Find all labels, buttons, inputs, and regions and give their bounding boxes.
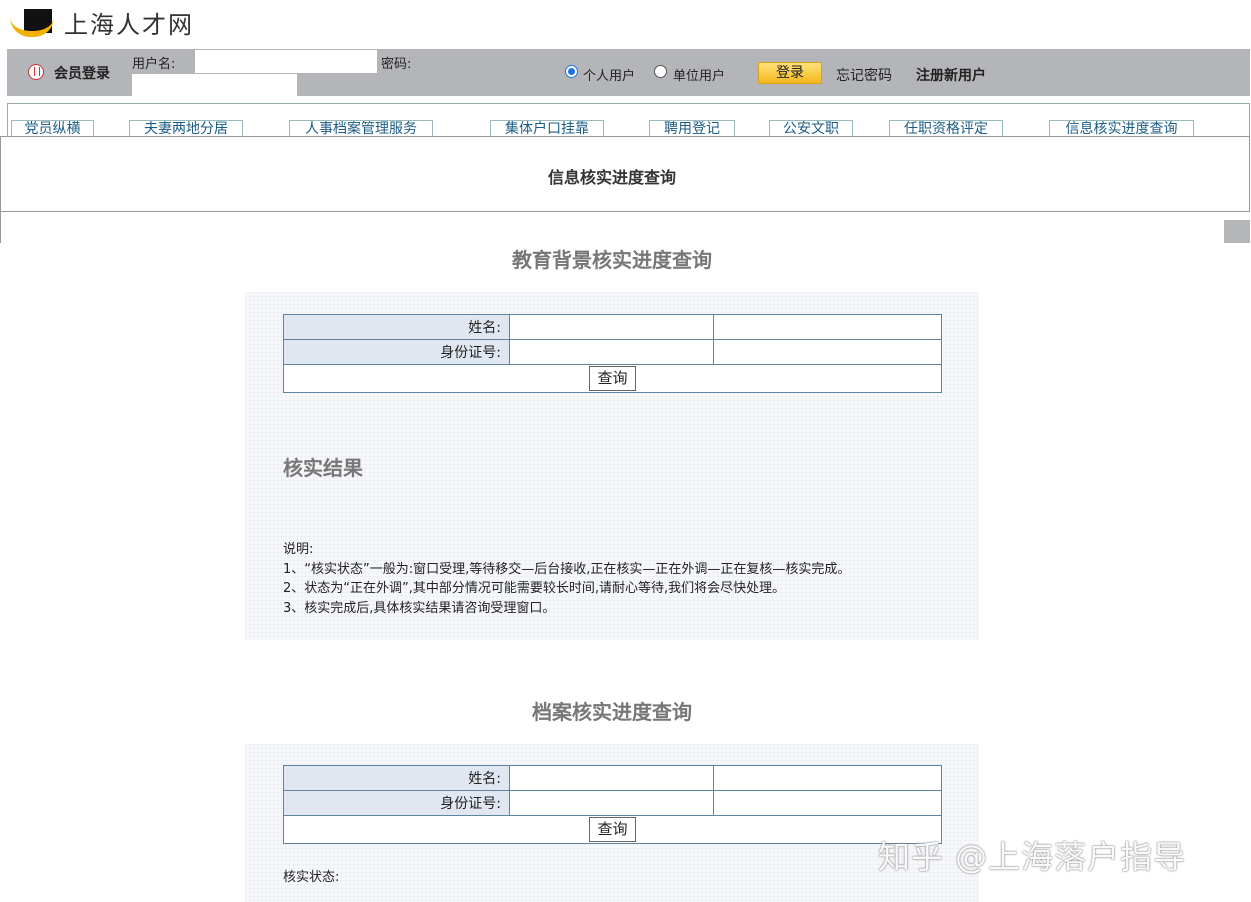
- id-label: 身份证号:: [283, 790, 510, 816]
- status-label: 核实状态:: [283, 870, 340, 885]
- archive-panel: 姓名: 身份证号: 查询 核实状态:: [245, 744, 979, 902]
- note-item: 3、核实完成后,具体核实结果请咨询受理窗口。: [283, 600, 556, 616]
- tab-collective-hukou[interactable]: 集体户口挂靠: [490, 120, 604, 137]
- tab-qualification[interactable]: 任职资格评定: [889, 120, 1003, 137]
- forgot-password-link[interactable]: 忘记密码: [836, 65, 892, 85]
- name-label: 姓名:: [283, 765, 510, 791]
- note-item: 2、状态为“正在外调”,其中部分情况可能需要较长时间,请耐心等待,我们将会尽快处…: [283, 581, 786, 596]
- notes: 说明: 1、“核实状态”一般为:窗口受理,等待移交—后台接收,正在核实—正在外调…: [283, 540, 953, 618]
- site-logo[interactable]: 上海人才网: [10, 5, 194, 39]
- member-login-label: 会员登录: [54, 66, 110, 82]
- login-bar: 会员登录 用户名: 密码: 个人用户 单位用户 登录 忘记密码 注册新用户: [7, 49, 1250, 96]
- username-input[interactable]: [195, 50, 377, 73]
- archive-query-form: 姓名: 身份证号: 查询: [283, 765, 942, 844]
- note-item: 1、“核实状态”一般为:窗口受理,等待移交—后台接收,正在核实—正在外调—正在复…: [283, 561, 851, 577]
- member-icon: [28, 64, 44, 80]
- education-name-input[interactable]: [510, 315, 713, 339]
- radio-company[interactable]: [654, 65, 667, 78]
- education-section-title: 教育背景核实进度查询: [512, 248, 712, 272]
- archive-query-button[interactable]: 查询: [589, 817, 636, 842]
- tab-party[interactable]: 党员纵横: [11, 120, 94, 137]
- name-label: 姓名:: [283, 314, 510, 340]
- result-heading: 核实结果: [283, 456, 363, 480]
- logo-text: 上海人才网: [64, 10, 194, 39]
- login-button[interactable]: 登录: [758, 62, 822, 84]
- radio-personal-label[interactable]: 个人用户: [583, 65, 635, 84]
- tab-couple-separation[interactable]: 夫妻两地分居: [129, 120, 243, 137]
- education-panel: 姓名: 身份证号: 查询 核实结果 说明: 1、“核实状态”一般为:窗口受理,等…: [245, 292, 979, 640]
- password-label: 密码:: [381, 57, 412, 72]
- education-id-input[interactable]: [510, 340, 713, 364]
- page-title: 信息核实进度查询: [547, 168, 676, 187]
- register-link[interactable]: 注册新用户: [916, 65, 986, 85]
- tab-police-civilian[interactable]: 公安文职: [769, 120, 853, 137]
- id-label: 身份证号:: [283, 339, 510, 365]
- username-label: 用户名:: [132, 57, 176, 72]
- archive-section-title: 档案核实进度查询: [532, 700, 692, 724]
- archive-id-input[interactable]: [510, 791, 713, 815]
- archive-name-input[interactable]: [510, 766, 713, 790]
- tab-verification-progress[interactable]: 信息核实进度查询: [1049, 120, 1194, 137]
- watermark: 知乎 @上海落户指导: [878, 838, 1187, 876]
- nav-bar: 党员纵横 夫妻两地分居 人事档案管理服务 集体户口挂靠 聘用登记 公安文职 任职…: [7, 103, 1250, 137]
- notes-title: 说明:: [283, 542, 314, 557]
- tab-personnel-archive[interactable]: 人事档案管理服务: [289, 120, 433, 137]
- education-query-form: 姓名: 身份证号: 查询: [283, 314, 942, 393]
- scrollbar-thumb[interactable]: [1224, 220, 1250, 243]
- radio-company-label[interactable]: 单位用户: [673, 65, 725, 84]
- tab-employment-registration[interactable]: 聘用登记: [649, 120, 735, 137]
- radio-personal[interactable]: [565, 65, 578, 78]
- logo-icon: [10, 7, 54, 37]
- education-query-button[interactable]: 查询: [589, 366, 636, 391]
- username-input-extension[interactable]: [132, 74, 297, 96]
